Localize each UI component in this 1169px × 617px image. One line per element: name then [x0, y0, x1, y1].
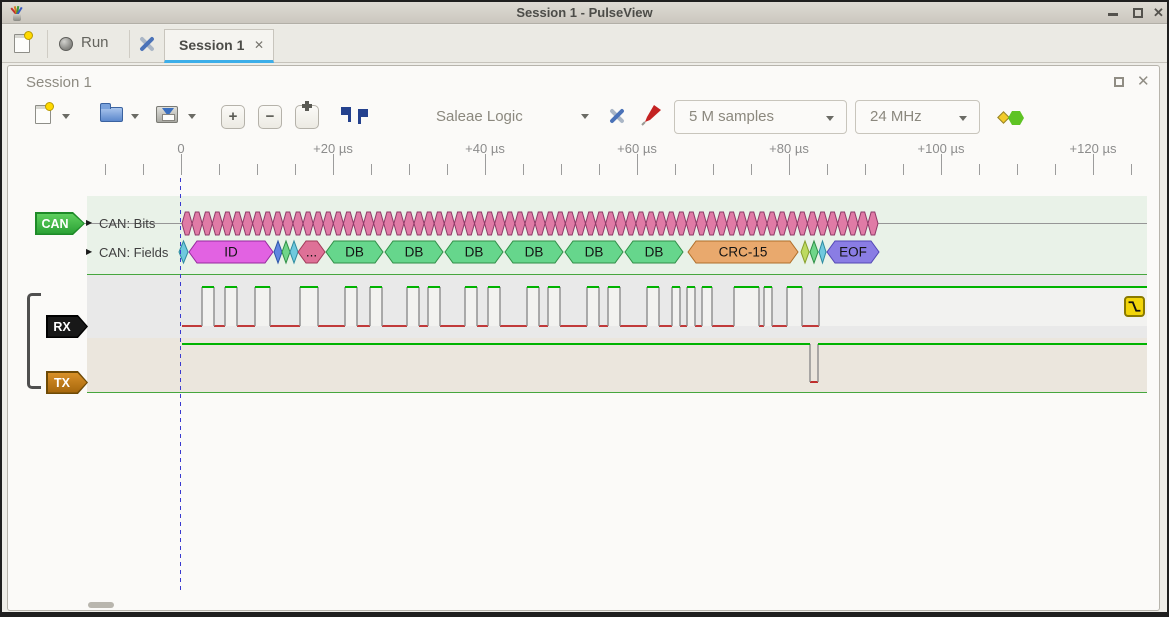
ruler-minor-tick — [523, 164, 524, 175]
ruler-minor-tick — [1055, 164, 1056, 175]
sample-count-select[interactable]: 5 M samples — [674, 100, 847, 134]
tab-label: Session 1 — [179, 37, 244, 53]
open-file-icon[interactable] — [100, 107, 123, 122]
toolbar-separator — [47, 30, 48, 58]
minimize-icon[interactable] — [1108, 13, 1118, 16]
pulseview-window: Session 1 - PulseView ✕ Run Session 1 ✕ … — [0, 0, 1169, 617]
close-icon[interactable]: ✕ — [1153, 5, 1164, 21]
ruler-minor-tick — [295, 164, 296, 175]
tab-session-1[interactable]: Session 1 ✕ — [164, 29, 274, 63]
titlebar[interactable]: Session 1 - PulseView ✕ — [2, 2, 1167, 24]
save-file-icon[interactable] — [156, 106, 178, 123]
add-decoder-icon[interactable] — [997, 110, 1027, 126]
ruler-minor-tick — [713, 164, 714, 175]
ruler-minor-tick — [447, 164, 448, 175]
ruler-minor-tick — [865, 164, 866, 175]
ruler-minor-tick — [105, 164, 106, 175]
ruler-minor-tick — [1131, 164, 1132, 175]
expander-icon[interactable]: ▶ — [86, 218, 92, 227]
ruler-label: +100 µs — [918, 141, 965, 156]
new-session-icon — [14, 34, 30, 53]
time-cursor-line[interactable] — [180, 178, 181, 594]
toolbar-separator — [129, 30, 130, 58]
ruler-minor-tick — [561, 164, 562, 175]
window-title: Session 1 - PulseView — [2, 5, 1167, 20]
probe-icon[interactable] — [640, 103, 664, 127]
sample-rate-select[interactable]: 24 MHz — [855, 100, 980, 134]
fields-row-label: CAN: Fields — [99, 245, 168, 260]
ruler-label: +20 µs — [313, 141, 353, 156]
maximize-icon[interactable] — [1133, 8, 1143, 18]
ruler-major-tick — [333, 154, 334, 175]
ruler-minor-tick — [143, 164, 144, 175]
run-state-icon — [59, 37, 73, 51]
new-file-icon[interactable] — [35, 105, 51, 124]
ruler-label: +60 µs — [617, 141, 657, 156]
undock-icon[interactable] — [1114, 77, 1124, 87]
ruler-minor-tick — [903, 164, 904, 175]
trace-separator — [87, 274, 1147, 275]
decoder-row-background — [87, 196, 1147, 274]
ruler-label: 0 — [177, 141, 184, 156]
trigger-flag-icon[interactable] — [348, 107, 351, 122]
run-button[interactable]: Run — [57, 30, 123, 58]
ruler-minor-tick — [371, 164, 372, 175]
ruler-major-tick — [1093, 154, 1094, 175]
save-file-dropdown-icon[interactable] — [188, 114, 196, 123]
ruler-minor-tick — [1017, 164, 1018, 175]
zoom-in-button[interactable]: + — [221, 105, 245, 129]
ruler-minor-tick — [219, 164, 220, 175]
rx-row-background — [87, 274, 1147, 338]
sample-count-dropdown-icon — [826, 116, 834, 125]
session-close-icon[interactable]: ✕ — [1137, 72, 1150, 90]
device-dropdown-icon[interactable] — [581, 114, 589, 123]
run-label: Run — [81, 34, 109, 51]
trace-separator — [87, 392, 1147, 393]
ruler-label: +40 µs — [465, 141, 505, 156]
new-session-button[interactable] — [11, 31, 37, 57]
zoom-out-button[interactable]: − — [258, 105, 282, 129]
session-title: Session 1 — [26, 74, 92, 91]
zoom-fit-button[interactable] — [295, 105, 319, 129]
horizontal-scrollbar[interactable] — [88, 602, 114, 608]
bits-row-baseline — [85, 223, 1147, 224]
sample-rate-value: 24 MHz — [870, 108, 922, 125]
sample-count-value: 5 M samples — [689, 108, 774, 125]
tab-close-icon[interactable]: ✕ — [254, 38, 264, 52]
ruler-minor-tick — [827, 164, 828, 175]
ruler-minor-tick — [751, 164, 752, 175]
bits-row-label: CAN: Bits — [99, 216, 155, 231]
trigger-marker-icon[interactable] — [1124, 296, 1145, 317]
device-config-icon[interactable] — [606, 105, 628, 127]
ruler-minor-tick — [409, 164, 410, 175]
ruler-major-tick — [789, 154, 790, 175]
settings-tools-icon[interactable] — [136, 33, 158, 55]
ruler-minor-tick — [675, 164, 676, 175]
open-file-dropdown-icon[interactable] — [131, 114, 139, 123]
device-select-value[interactable]: Saleae Logic — [436, 108, 523, 125]
ruler-minor-tick — [979, 164, 980, 175]
tx-row-background — [87, 338, 1147, 392]
ruler-major-tick — [941, 154, 942, 175]
ruler-major-tick — [637, 154, 638, 175]
channel-group-bracket — [27, 293, 41, 389]
ruler-major-tick — [181, 154, 182, 175]
ruler-minor-tick — [599, 164, 600, 175]
trigger-flag-icon[interactable] — [358, 109, 361, 124]
ruler-label: +80 µs — [769, 141, 809, 156]
ruler-major-tick — [485, 154, 486, 175]
ruler-label: +120 µs — [1070, 141, 1117, 156]
new-file-dropdown-icon[interactable] — [62, 114, 70, 123]
main-toolbar: Run Session 1 ✕ — [2, 25, 1167, 63]
expander-icon[interactable]: ▶ — [86, 247, 92, 256]
sample-rate-dropdown-icon — [959, 116, 967, 125]
ruler-minor-tick — [257, 164, 258, 175]
